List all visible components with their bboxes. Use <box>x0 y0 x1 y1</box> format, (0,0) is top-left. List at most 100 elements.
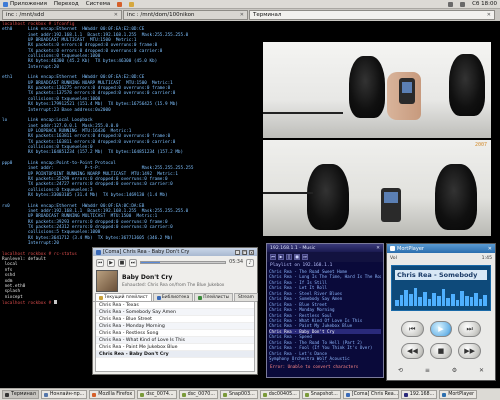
track-row[interactable]: Chris Rea - Somebody Say Amen <box>96 309 254 316</box>
play-button[interactable]: ▶ <box>429 321 453 337</box>
terminal-tab-2[interactable]: inc : /mnt/dom/100nikon ✕ <box>123 10 248 20</box>
window-icon <box>345 392 350 397</box>
visualizer-bar <box>427 299 432 306</box>
applications-icon <box>3 1 8 7</box>
speaker-left <box>349 56 385 118</box>
now-playing-panel: Baby Don't Cry Exhausted: Chris Rea on/f… <box>93 269 257 293</box>
player-status-bar: Vol 1:45 <box>387 253 495 263</box>
menu-system[interactable]: Система <box>86 1 111 7</box>
fast-forward-button[interactable]: ▶▶ <box>458 343 481 359</box>
album-art <box>96 270 118 292</box>
clock[interactable]: Сб 18:00 <box>472 1 497 7</box>
taskbar-item[interactable]: Нонлайн-пр... <box>40 390 88 399</box>
volume-icon[interactable]: ♪ <box>246 258 254 267</box>
previous-button[interactable]: ⏮ <box>96 258 104 267</box>
taskbar-item-label: Mozilla Firefox <box>98 392 133 397</box>
track-row[interactable]: Chris Rea - Paint Me Jukebox Blue <box>96 344 254 351</box>
playlist[interactable]: Chris Rea - The Road Sweet Home Chris Rea… <box>267 269 383 362</box>
terminal-tab-1[interactable]: inc : /mnt/sdd ✕ <box>2 10 122 20</box>
taskbar-item[interactable]: 192.168... <box>400 390 438 399</box>
stop-button[interactable]: ■ <box>429 343 453 359</box>
window-titlebar[interactable]: 192.168.1.1 - Music ✕ <box>267 244 383 252</box>
repeat-icon[interactable]: ⟲ <box>398 367 403 374</box>
next-button[interactable]: ⏭ <box>129 258 137 267</box>
photo-speakers-dock: 2007 <box>263 140 491 236</box>
taskbar-item[interactable]: dsc_0074... <box>137 390 177 399</box>
taskbar-item-label: dsc00405... <box>268 392 297 397</box>
taskbar-item[interactable]: dsc00405... <box>259 390 300 399</box>
playlist-icon <box>99 295 103 300</box>
taskbar-item[interactable]: Snap003... <box>219 390 258 399</box>
tab-playlists[interactable]: Плейлисты <box>194 293 234 301</box>
play-button[interactable]: ▶ <box>107 258 115 267</box>
minimize-button[interactable]: _ <box>235 249 240 255</box>
network-icon[interactable] <box>448 1 454 7</box>
close-icon[interactable]: ✕ <box>479 367 484 374</box>
photo-speakers-hand <box>263 42 491 138</box>
terminal-tab-3[interactable]: Терминал ✕ <box>249 10 495 20</box>
browser-launcher-icon[interactable] <box>117 1 123 7</box>
visualizer-bar <box>460 291 464 306</box>
track-row[interactable]: Chris Rea - Texas <box>96 302 254 309</box>
remote-controls: ⏮ ▶ ‖ ■ ⏭ <box>267 252 383 262</box>
taskbar-item-label: dsc_0074... <box>146 392 174 397</box>
taskbar-item[interactable]: MortPlayer <box>439 390 478 399</box>
track-list[interactable]: Chris Rea - Texas Chris Rea - Somebody Sa… <box>95 302 255 372</box>
remote-playlist-window: 192.168.1.1 - Music ✕ ⏮ ▶ ‖ ■ ⏭ Playlist… <box>266 243 384 378</box>
close-icon[interactable]: ✕ <box>376 246 380 251</box>
window-titlebar[interactable]: MortPlayer ✕ <box>387 244 495 253</box>
visualizer-bar <box>404 290 408 306</box>
close-icon[interactable]: ✕ <box>240 11 244 19</box>
menu-places[interactable]: Переход <box>54 1 79 7</box>
pda-device <box>381 188 401 222</box>
playlist-row[interactable]: Chris Rea - Fool (If You Think It's Over… <box>269 345 381 350</box>
taskbar: Терминал Нонлайн-пр... Mozilla Firefox dsc_… <box>0 388 500 400</box>
menu-icon[interactable]: ≡ <box>425 367 430 374</box>
track-row[interactable]: Chris Rea - What Kind of Love Is This <box>96 337 254 344</box>
close-button[interactable]: x <box>249 249 254 255</box>
taskbar-item[interactable]: Mozilla Firefox <box>89 390 136 399</box>
taskbar-item[interactable]: Терминал <box>2 390 39 399</box>
mortplayer-icon <box>390 246 395 251</box>
maximize-button[interactable]: □ <box>242 249 247 255</box>
previous-button[interactable]: ⏮ <box>270 254 276 260</box>
settings-icon[interactable]: ⚙ <box>452 367 457 374</box>
volume-label[interactable]: Vol <box>390 256 397 261</box>
previous-button[interactable]: ⏮ <box>401 321 424 337</box>
track-row[interactable]: Chris Rea - Monday Morning <box>96 323 254 330</box>
close-icon[interactable]: ✕ <box>488 246 492 252</box>
visualizer-bar <box>395 300 399 306</box>
stop-button[interactable]: ■ <box>294 254 300 260</box>
volume-icon[interactable] <box>460 1 466 7</box>
menu-applications[interactable]: Приложения <box>3 1 47 7</box>
mail-launcher-icon[interactable] <box>129 1 135 7</box>
terminal-tab-label: inc : /mnt/sdd <box>6 12 44 18</box>
tab-library[interactable]: Библиотека <box>152 293 194 301</box>
window-titlebar[interactable]: [Coma] Chris Rea - Baby Don't Cry _ □ x <box>93 248 257 256</box>
close-icon[interactable]: ✕ <box>487 11 491 19</box>
rewind-button[interactable]: ◀◀ <box>401 343 424 359</box>
play-button[interactable]: ▶ <box>278 254 284 260</box>
tab-current-playlist[interactable]: Текущий плейлист <box>95 293 152 301</box>
menu-applications-label: Приложения <box>10 1 47 7</box>
next-button[interactable]: ⏭ <box>458 321 481 337</box>
status-line: Error: Unable to convert characters <box>270 364 359 369</box>
song-subtitle: Exhausted: Chris Rea on/from The Blue Ju… <box>122 283 225 288</box>
tab-stream[interactable]: Stream <box>234 293 258 301</box>
taskbar-item-label: Терминал <box>11 392 36 397</box>
track-row[interactable]: Chris Rea - Restless Song <box>96 330 254 337</box>
window-icon <box>403 392 408 397</box>
next-button[interactable]: ⏭ <box>302 254 308 260</box>
taskbar-item[interactable]: Snapshot... <box>301 390 341 399</box>
taskbar-item[interactable]: [Coma] Chris Rea... <box>342 390 399 399</box>
pause-button[interactable]: ‖ <box>286 254 292 260</box>
taskbar-item[interactable]: dsc_0070... <box>178 390 218 399</box>
track-row[interactable]: Chris Rea - Blue Street <box>96 316 254 323</box>
stop-button[interactable]: ■ <box>118 258 126 267</box>
visualizer-bar <box>483 295 488 306</box>
track-row[interactable]: Chris Rea - Baby Don't Cry <box>96 351 254 358</box>
visualizer-bar <box>418 297 422 306</box>
seek-slider[interactable] <box>140 261 227 264</box>
close-icon[interactable]: ✕ <box>114 11 118 19</box>
transport-bar: ⏮ ▶ ■ ⏭ 05:34 ♪ <box>93 256 257 269</box>
